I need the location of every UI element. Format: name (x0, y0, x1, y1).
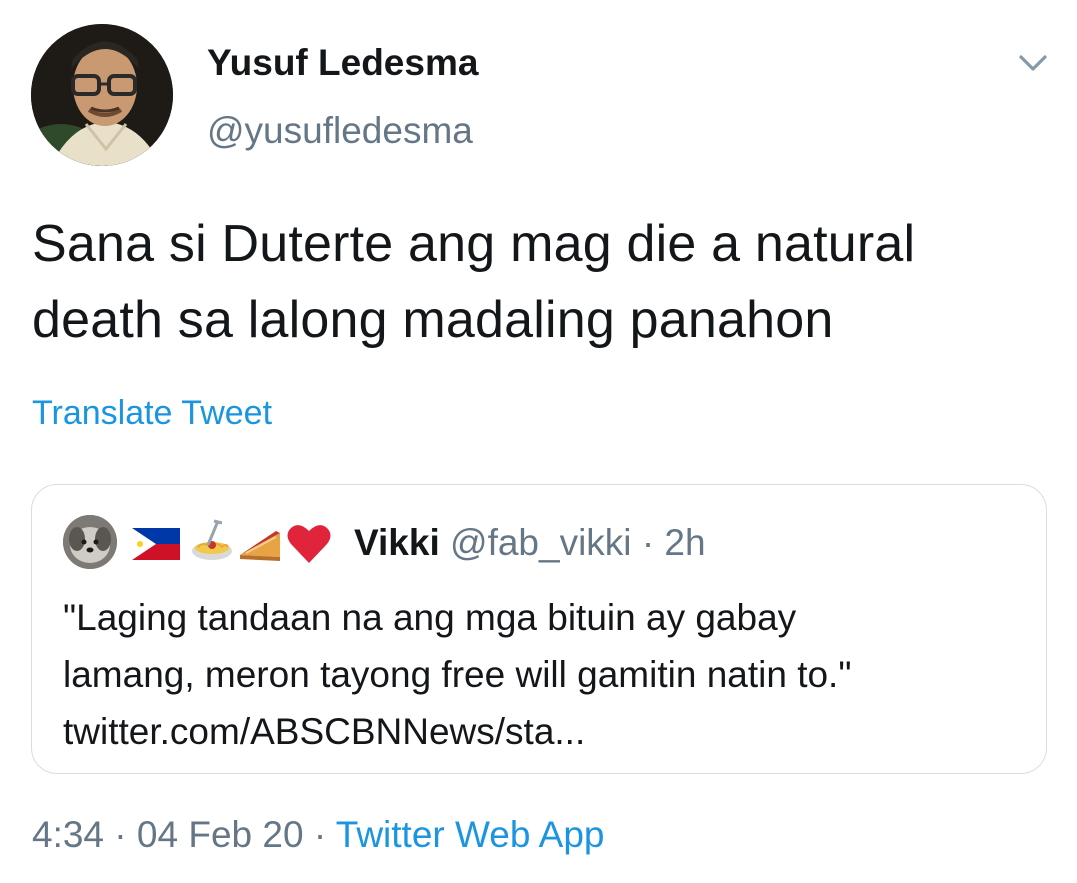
footer-separator-2: · (313, 814, 327, 855)
philippines-flag-icon (132, 528, 180, 560)
pie-icon (240, 531, 280, 561)
quoted-author-avatar (63, 515, 117, 569)
quoted-author-name: Vikki (354, 522, 440, 563)
chevron-down-icon[interactable] (1018, 52, 1048, 74)
author-avatar[interactable] (31, 24, 173, 166)
tweet-footer: 4:34 · 04 Feb 20 · Twitter Web App (32, 814, 605, 856)
quoted-tweet-text: "Laging tandaan na ang mga bituin ay gab… (63, 597, 852, 752)
quoted-tweet-header: Vikki @fab_vikki · 2h (354, 522, 706, 564)
quoted-tweet-card[interactable]: Vikki @fab_vikki · 2h "Laging tandaan na… (31, 484, 1047, 774)
tweet-date: 04 Feb 20 (136, 814, 304, 855)
profile-photo (31, 24, 173, 166)
tweet-time: 4:34 (32, 814, 105, 855)
tweet-source-link[interactable]: Twitter Web App (336, 814, 605, 855)
author-handle[interactable]: @yusufledesma (207, 110, 473, 152)
red-heart-icon (287, 525, 331, 563)
dog-photo-icon (63, 515, 117, 569)
author-name[interactable]: Yusuf Ledesma (207, 42, 478, 84)
quoted-author-handle: @fab_vikki (450, 522, 632, 563)
footer-separator-1: · (114, 814, 127, 855)
quoted-time: 2h (664, 522, 706, 563)
spaghetti-icon (192, 519, 232, 560)
tweet-text: Sana si Duterte ang mag die a natural de… (32, 215, 916, 349)
quoted-separator: · (641, 522, 655, 563)
translate-tweet-link[interactable]: Translate Tweet (32, 394, 272, 433)
